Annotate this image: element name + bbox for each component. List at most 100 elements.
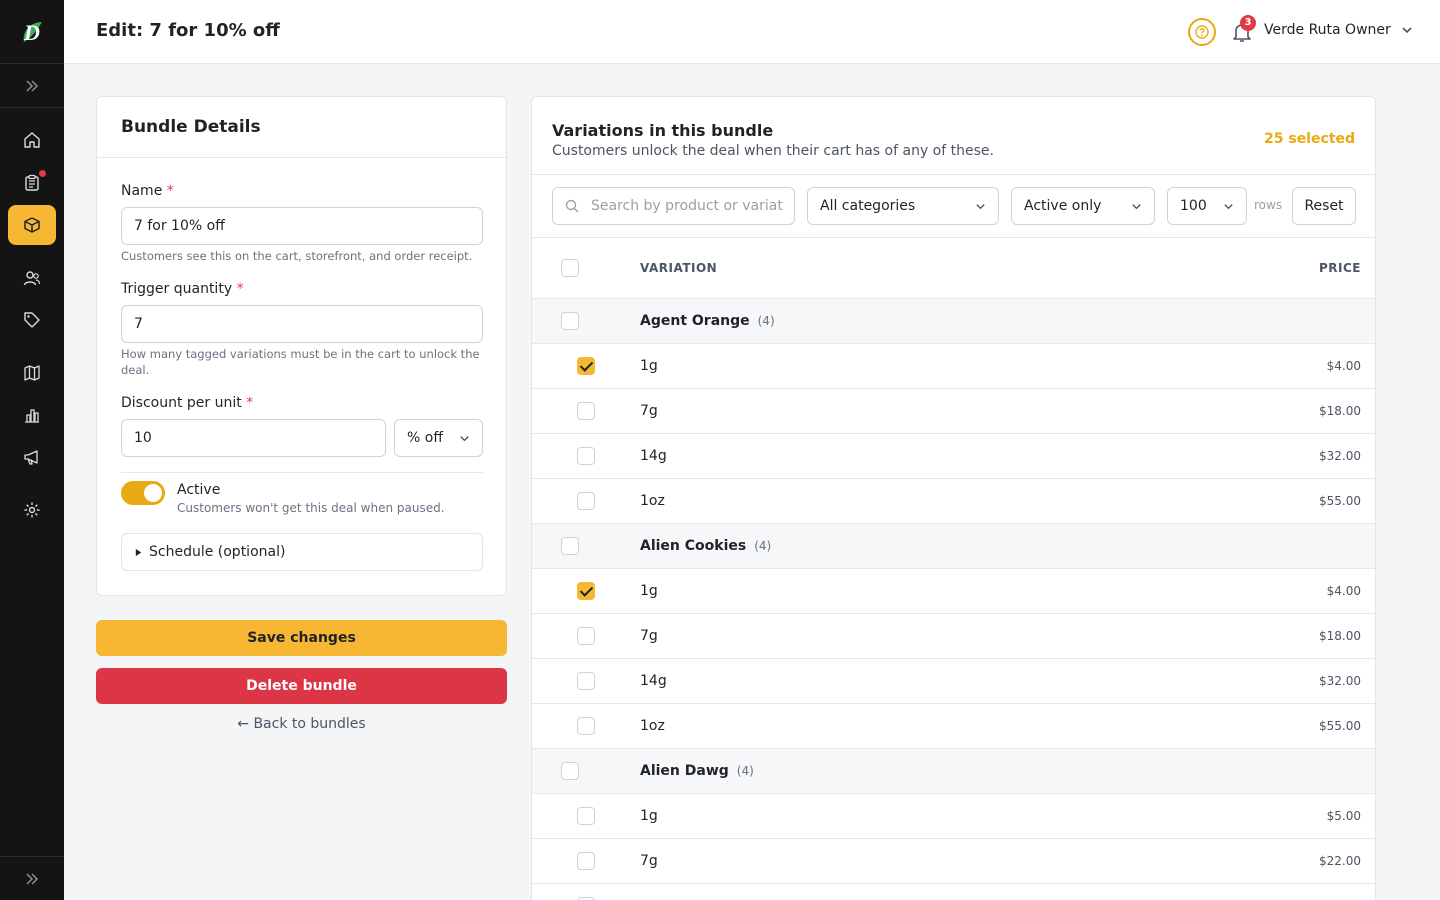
variation-row[interactable]: 1oz $55.00 [532, 704, 1375, 749]
variations-header: Variations in this bundle Customers unlo… [532, 97, 1375, 175]
sidebar-item-map[interactable] [8, 353, 56, 393]
sidebar-item-home[interactable] [8, 120, 56, 160]
delete-button[interactable]: Delete bundle [96, 668, 507, 704]
sidebar-item-marketing[interactable] [8, 437, 56, 477]
variation-name: 1oz [640, 493, 665, 509]
rows-per-page-select[interactable]: 100 [1167, 187, 1247, 225]
variations-table-body: Agent Orange (4) 1g $4.00 7g $18.00 14g $32.00 1… [532, 299, 1375, 900]
trigger-quantity-input[interactable]: 7 [121, 305, 483, 343]
trigger-quantity-label: Trigger quantity * [121, 281, 244, 297]
svg-text:D: D [23, 20, 40, 45]
sidebar-item-customers[interactable] [8, 258, 56, 298]
variation-price: $18.00 [1319, 404, 1361, 418]
home-icon [24, 132, 40, 148]
divider [121, 472, 483, 473]
variation-checkbox[interactable] [577, 357, 595, 375]
gear-icon [24, 502, 40, 518]
rows-per-page-value: 100 [1180, 198, 1207, 214]
product-name: Alien Cookies [640, 538, 747, 554]
variation-name: 7g [640, 403, 658, 419]
help-button[interactable] [1188, 18, 1216, 46]
reset-button[interactable]: Reset [1292, 187, 1356, 225]
group-checkbox[interactable] [561, 537, 579, 555]
sidebar-item-products[interactable] [8, 205, 56, 245]
group-row: Alien Cookies (4) [532, 524, 1375, 569]
group-checkbox[interactable] [561, 312, 579, 330]
search-icon [565, 199, 579, 213]
active-toggle[interactable] [121, 481, 165, 505]
variation-checkbox[interactable] [577, 627, 595, 645]
variation-row[interactable] [532, 884, 1375, 900]
product-name: Alien Dawg [640, 763, 729, 779]
variation-row[interactable]: 1oz $55.00 [532, 479, 1375, 524]
variation-name: 14g [640, 673, 667, 689]
variation-count: (4) [736, 764, 754, 778]
variation-row[interactable]: 7g $18.00 [532, 614, 1375, 659]
tag-icon [24, 312, 40, 328]
variation-checkbox[interactable] [577, 852, 595, 870]
variation-count: (4) [754, 539, 772, 553]
product-name: Agent Orange [640, 313, 750, 329]
users-icon [23, 271, 41, 286]
variation-row[interactable]: 14g $32.00 [532, 659, 1375, 704]
sidebar-item-settings[interactable] [8, 490, 56, 530]
chevron-down-icon [1224, 203, 1233, 209]
variation-checkbox[interactable] [577, 807, 595, 825]
variation-row[interactable]: 1g $5.00 [532, 794, 1375, 839]
variation-checkbox[interactable] [577, 492, 595, 510]
sidebar-item-reports[interactable] [8, 395, 56, 435]
variation-row[interactable]: 7g $18.00 [532, 389, 1375, 434]
variation-price: $22.00 [1319, 854, 1361, 868]
variation-checkbox[interactable] [577, 717, 595, 735]
user-name: Verde Ruta Owner [1264, 22, 1391, 38]
group-row: Agent Orange (4) [532, 299, 1375, 344]
variation-price: $55.00 [1319, 719, 1361, 733]
box-icon [24, 217, 40, 233]
sidebar-item-orders[interactable] [8, 163, 56, 203]
column-price: PRICE [1318, 261, 1361, 275]
app-logo[interactable]: D [0, 0, 64, 64]
sidebar-item-deals[interactable] [8, 300, 56, 340]
variation-checkbox[interactable] [577, 582, 595, 600]
search-input[interactable]: Search by product or variat [552, 187, 795, 225]
status-filter-select[interactable]: Active only [1011, 187, 1155, 225]
bundle-details-card: Bundle Details Name * 7 for 10% off Cust… [96, 96, 507, 596]
column-variation: VARIATION [640, 261, 718, 275]
group-row: Alien Dawg (4) [532, 749, 1375, 794]
group-checkbox[interactable] [561, 762, 579, 780]
name-input[interactable]: 7 for 10% off [121, 207, 483, 245]
group-name: Alien Cookies (4) [640, 538, 771, 554]
variation-name: 7g [640, 628, 658, 644]
variation-checkbox[interactable] [577, 447, 595, 465]
variation-row[interactable]: 14g $32.00 [532, 434, 1375, 479]
group-name: Alien Dawg (4) [640, 763, 754, 779]
user-menu[interactable]: Verde Ruta Owner [1264, 22, 1413, 38]
category-filter-select[interactable]: All categories [807, 187, 999, 225]
variation-price: $4.00 [1326, 359, 1361, 373]
chevrons-right-icon [26, 79, 39, 92]
megaphone-icon [24, 450, 38, 465]
sidebar-collapse-button[interactable] [0, 856, 64, 900]
variation-price: $5.00 [1326, 809, 1361, 823]
discount-input[interactable]: 10 [121, 419, 386, 457]
variation-row[interactable]: 1g $4.00 [532, 569, 1375, 614]
discount-type-select[interactable]: % off [394, 419, 483, 457]
discount-type-value: % off [407, 430, 443, 446]
schedule-disclosure[interactable]: Schedule (optional) [121, 533, 483, 571]
variation-count: (4) [757, 314, 775, 328]
variation-row[interactable]: 7g $22.00 [532, 839, 1375, 884]
table-header: VARIATION PRICE [532, 238, 1375, 299]
variation-name: 1g [640, 808, 658, 824]
variation-row[interactable]: 1g $4.00 [532, 344, 1375, 389]
variation-checkbox[interactable] [577, 672, 595, 690]
schedule-label: Schedule (optional) [149, 544, 286, 560]
save-button[interactable]: Save changes [96, 620, 507, 656]
sidebar-expand-button[interactable] [0, 64, 64, 108]
select-all-checkbox[interactable] [561, 259, 579, 277]
orders-icon [25, 174, 39, 191]
variation-checkbox[interactable] [577, 402, 595, 420]
variation-price: $55.00 [1319, 494, 1361, 508]
bundle-details-heading: Bundle Details [97, 97, 506, 158]
back-link[interactable]: ← Back to bundles [96, 716, 507, 732]
active-label: Active [177, 482, 221, 498]
